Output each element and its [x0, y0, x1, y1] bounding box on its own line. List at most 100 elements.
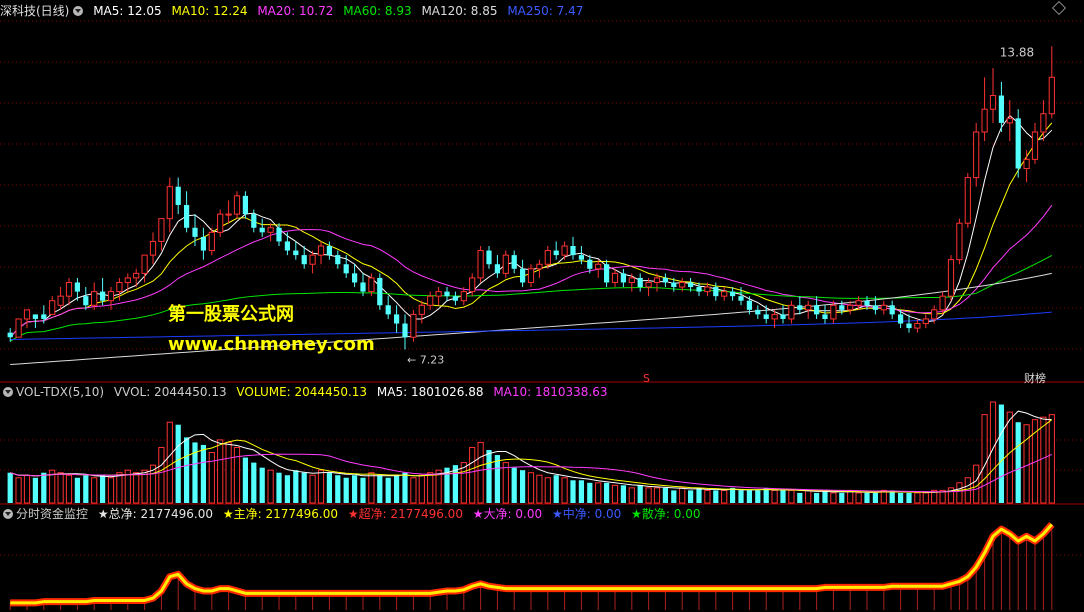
chart-canvas[interactable]: 13.88 ← 7.23 S 财榜 — [0, 0, 1084, 612]
candle — [133, 268, 140, 288]
candle-body — [771, 313, 778, 320]
candle-body — [839, 305, 845, 310]
volume-bar — [696, 487, 702, 503]
volume-bar — [746, 490, 753, 503]
candle — [200, 227, 207, 260]
ma10-line — [9, 122, 1053, 338]
volume-bar — [872, 492, 879, 503]
candle-body — [74, 282, 81, 292]
candle-body — [7, 332, 13, 338]
candle — [964, 173, 971, 228]
volume-bar — [309, 474, 316, 504]
candle — [797, 296, 803, 315]
candle-body — [158, 218, 165, 242]
candle — [713, 282, 719, 301]
volume-bar — [91, 477, 98, 504]
fund-flow-glow — [10, 522, 1055, 607]
watermark-title: 第一股票公式网 — [168, 304, 294, 325]
candle-body — [696, 287, 702, 292]
candle — [57, 287, 64, 310]
volume-bar — [998, 404, 1005, 503]
moving-average-lines — [9, 114, 1053, 366]
volume-bar — [864, 492, 870, 503]
candle-body — [32, 314, 39, 319]
candle — [511, 250, 517, 274]
candle — [377, 273, 383, 310]
candle — [570, 236, 576, 260]
candle-body — [536, 263, 543, 270]
candle — [15, 318, 22, 338]
candle-body — [133, 272, 140, 279]
finance-marker: 财榜 — [1024, 371, 1046, 385]
candle-body — [301, 255, 307, 265]
candle — [1023, 150, 1030, 183]
candle — [947, 255, 955, 301]
candle-body — [645, 281, 652, 288]
candle-body — [1040, 113, 1047, 133]
volume-bar — [713, 490, 719, 503]
candle — [183, 191, 190, 233]
candle-body — [956, 222, 963, 261]
candle-body — [797, 305, 803, 310]
candle-body — [872, 305, 879, 310]
volume-bar — [797, 492, 803, 503]
candle-body — [124, 277, 131, 283]
candle-body — [671, 282, 677, 288]
candle — [637, 273, 643, 292]
candle-body — [813, 305, 820, 315]
volume-bar — [343, 477, 349, 503]
candle-body — [276, 227, 282, 242]
volume-bar — [317, 469, 325, 504]
candle — [49, 296, 56, 315]
volume-bar — [242, 457, 249, 503]
volume-bar — [217, 439, 224, 504]
candle-body — [452, 296, 459, 301]
candle-body — [713, 287, 719, 297]
candle — [149, 232, 157, 265]
volume-bar — [729, 487, 736, 503]
volume-bar — [360, 477, 366, 503]
candle-body — [931, 309, 938, 320]
candle — [65, 277, 73, 306]
volume-bar — [755, 490, 761, 503]
candle — [335, 250, 341, 269]
candle — [208, 227, 215, 256]
candle-body — [166, 186, 173, 220]
candle-body — [544, 250, 551, 265]
candle-body — [208, 231, 215, 252]
candle-body — [23, 309, 31, 320]
candle-body — [738, 296, 744, 301]
volume-bar — [469, 446, 476, 504]
candle — [519, 259, 526, 288]
candle-body — [217, 213, 224, 233]
volume-bar — [519, 470, 526, 503]
candle-body — [1048, 76, 1055, 115]
volume-bar — [704, 489, 711, 504]
candle-body — [149, 240, 157, 256]
candle — [293, 241, 299, 260]
candle — [922, 314, 929, 329]
candle-body — [99, 291, 106, 301]
volume-bar — [653, 487, 661, 504]
candle-body — [511, 255, 517, 269]
candle-body — [502, 254, 509, 274]
candle — [696, 282, 702, 297]
candle — [410, 309, 417, 342]
volume-bar — [166, 421, 173, 504]
candle-body — [721, 291, 728, 297]
volume-bar — [763, 487, 769, 503]
candle-body — [1023, 158, 1030, 169]
candle-body — [116, 281, 123, 293]
candle-body — [914, 323, 921, 329]
candle-body — [822, 314, 828, 319]
candle — [561, 241, 568, 260]
candle-body — [251, 214, 257, 228]
candle — [956, 218, 963, 265]
candle-body — [637, 277, 643, 288]
candle-body — [788, 304, 795, 320]
candle — [486, 246, 492, 269]
candle-body — [973, 131, 980, 179]
volume-bar — [587, 482, 593, 503]
volume-bar — [15, 477, 22, 504]
volume-bar — [611, 484, 619, 504]
